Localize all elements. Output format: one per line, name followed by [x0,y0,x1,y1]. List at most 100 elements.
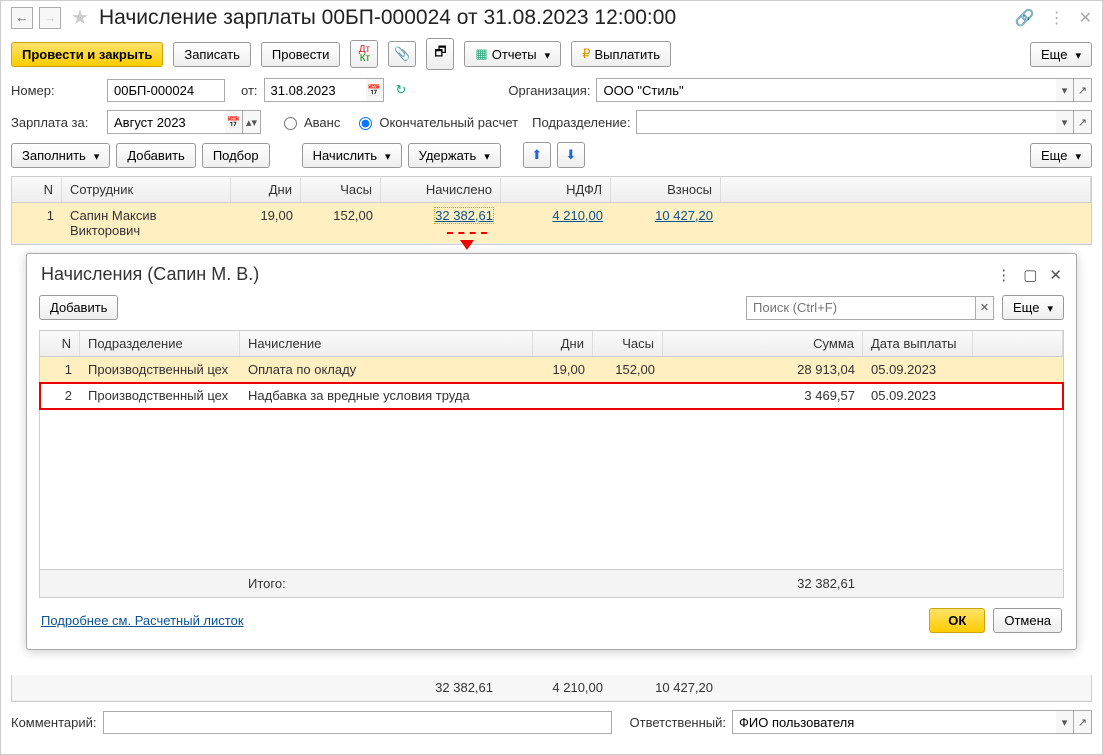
write-button[interactable]: Записать [173,42,251,67]
pcol-hours[interactable]: Часы [593,331,663,356]
popover-kebab-icon[interactable]: ⋮ [996,266,1011,284]
org-input[interactable] [596,78,1056,102]
calendar2-icon[interactable]: 📅 [225,110,243,134]
details-popover: Начисления (Сапин М. В.) ⋮ ▢ ✕ Добавить … [26,253,1077,650]
pay-button[interactable]: ₽Выплатить [571,41,671,67]
dtkt-button[interactable]: ДтКт [350,40,378,68]
post-status-icon[interactable]: ↻ [396,82,407,98]
reports-button[interactable]: ▦Отчеты [464,41,561,67]
cell-employee: Сапин Максив Викторович [62,203,231,243]
details-link[interactable]: Подробнее см. Расчетный листок [41,613,244,628]
col-hours[interactable]: Часы [301,177,381,202]
move-down-button[interactable]: ⬇ [557,142,585,168]
page-title: Начисление зарплаты 00БП-000024 от 31.08… [99,6,676,30]
department-input[interactable] [636,110,1056,134]
stepper-icon[interactable]: ▴▾ [243,110,261,134]
main-grid: N Сотрудник Дни Часы Начислено НДФЛ Взно… [11,176,1092,245]
pcol-days[interactable]: Дни [533,331,593,356]
date-input[interactable] [264,78,366,102]
popover-add-button[interactable]: Добавить [39,295,118,320]
link-icon[interactable]: 🔗 [1015,8,1035,28]
org-open-icon[interactable]: ↗ [1074,78,1092,102]
cell-contrib-link[interactable]: 10 427,20 [655,208,713,223]
salary-for-input[interactable] [107,110,225,134]
resp-dropdown-icon[interactable]: ▾ [1056,710,1074,734]
org-label: Организация: [508,83,590,98]
withhold-label: Удержать [419,148,477,163]
dept-dropdown-icon[interactable]: ▾ [1056,110,1074,134]
resp-open-icon[interactable]: ↗ [1074,710,1092,734]
final-radio[interactable]: Окончательный расчет [354,114,518,130]
popover-search-input[interactable] [746,296,976,320]
table-more-button[interactable]: Еще [1030,143,1092,168]
cell-contrib[interactable]: 10 427,20 [611,203,721,243]
move-up-button[interactable]: ⬆ [523,142,551,168]
add-button[interactable]: Добавить [116,143,195,168]
charge-button[interactable]: Начислить [302,143,402,168]
popover-totals-row: Итого: 32 382,61 [40,569,1063,597]
pcell-charge: Оплата по окладу [240,357,533,382]
pcol-charge[interactable]: Начисление [240,331,533,356]
col-ndfl[interactable]: НДФЛ [501,177,611,202]
pay-label: Выплатить [594,47,660,62]
popover-maximize-icon[interactable]: ▢ [1023,266,1037,284]
pcol-dept[interactable]: Подразделение [80,331,240,356]
number-input[interactable] [107,79,225,102]
nav-forward-button[interactable]: → [39,7,61,29]
cell-charged-link[interactable]: 32 382,61 [434,207,494,224]
pcell-tail [973,357,1063,382]
pcell-n: 2 [40,383,80,408]
popover-row[interactable]: 1 Производственный цех Оплата по окладу … [40,357,1063,383]
department-label: Подразделение: [532,115,630,130]
popover-empty-area [40,409,1063,569]
cell-ndfl[interactable]: 4 210,00 [501,203,611,243]
pcell-sum: 3 469,57 [663,383,863,408]
popover-more-button[interactable]: Еще [1002,295,1064,320]
fill-button[interactable]: Заполнить [11,143,110,168]
col-employee[interactable]: Сотрудник [62,177,231,202]
col-contrib[interactable]: Взносы [611,177,721,202]
col-tail [721,177,1091,202]
kebab-icon[interactable]: ⋮ [1049,8,1065,28]
advance-radio[interactable]: Аванс [279,114,340,130]
col-n[interactable]: N [12,177,62,202]
col-charged[interactable]: Начислено [381,177,501,202]
nav-back-button[interactable]: ← [11,7,33,29]
comment-input[interactable] [103,711,612,734]
post-and-close-button[interactable]: Провести и закрыть [11,42,163,67]
close-window-icon[interactable]: ✕ [1079,8,1092,28]
org-dropdown-icon[interactable]: ▾ [1056,78,1074,102]
responsible-input[interactable] [732,710,1056,734]
pcell-days: 19,00 [533,357,593,382]
pcol-n[interactable]: N [40,331,80,356]
pcell-dept: Производственный цех [80,383,240,408]
create-based-on-button[interactable]: 🗗 [426,38,454,70]
table-row[interactable]: 1 Сапин Максив Викторович 19,00 152,00 3… [12,203,1091,244]
total-label: Итого: [240,570,533,597]
popover-close-icon[interactable]: ✕ [1049,266,1062,284]
more-button[interactable]: Еще [1030,42,1092,67]
favorite-star-icon[interactable]: ★ [71,5,89,30]
calendar-icon[interactable]: 📅 [366,78,384,102]
cell-ndfl-link[interactable]: 4 210,00 [552,208,603,223]
dept-open-icon[interactable]: ↗ [1074,110,1092,134]
pcell-days [533,383,593,408]
pick-button[interactable]: Подбор [202,143,270,168]
popover-row[interactable]: 2 Производственный цех Надбавка за вредн… [40,383,1063,409]
withhold-button[interactable]: Удержать [408,143,501,168]
pcol-sum[interactable]: Сумма [663,331,863,356]
total-contrib: 10 427,20 [611,675,721,700]
pcell-sum: 28 913,04 [663,357,863,382]
from-label: от: [241,83,258,98]
cell-days: 19,00 [231,203,301,243]
ok-button[interactable]: ОК [929,608,985,633]
attachments-button[interactable]: 📎 [388,41,416,67]
pcol-date[interactable]: Дата выплаты [863,331,973,356]
pcell-tail [973,383,1063,408]
more-label: Еще [1041,47,1067,62]
cancel-button[interactable]: Отмена [993,608,1062,633]
fill-label: Заполнить [22,148,86,163]
post-button[interactable]: Провести [261,42,341,67]
clear-search-icon[interactable]: ✕ [976,296,994,320]
col-days[interactable]: Дни [231,177,301,202]
